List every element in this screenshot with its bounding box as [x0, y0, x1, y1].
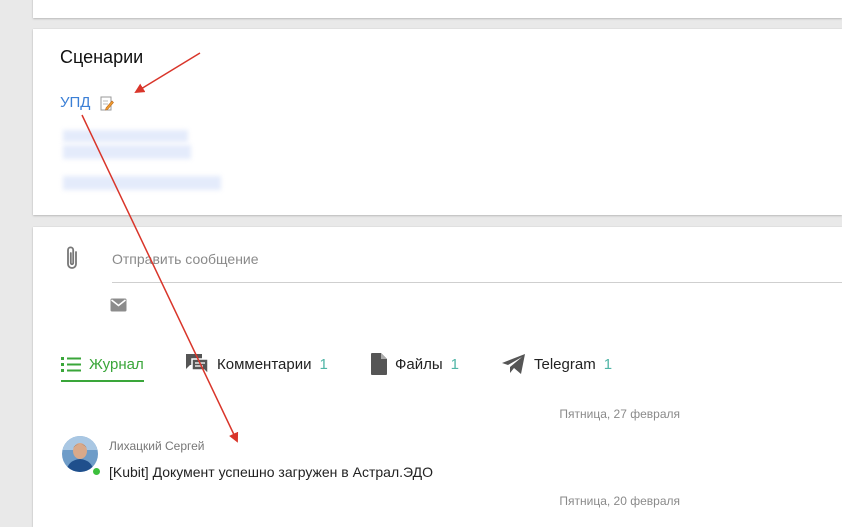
tab-telegram[interactable]: Telegram 1 [502, 351, 612, 377]
email-icon[interactable] [110, 298, 127, 312]
tab-label: Комментарии [217, 355, 312, 373]
date-separator: Пятница, 27 февраля [559, 407, 680, 421]
blurred-text [63, 176, 221, 190]
entry-text: [Kubit] Документ успешно загружен в Астр… [109, 464, 433, 480]
tab-count: 1 [603, 355, 613, 373]
user-avatar-icon [62, 436, 98, 472]
tab-files[interactable]: Файлы 1 [371, 351, 459, 377]
entry-author: Лихацкий Сергей [109, 439, 205, 453]
message-input[interactable] [112, 247, 842, 271]
tab-comments[interactable]: Комментарии 1 [185, 351, 328, 377]
file-icon [371, 353, 387, 375]
comments-icon [186, 354, 209, 375]
date-separator: Пятница, 20 февраля [559, 494, 680, 508]
scenario-link-upd[interactable]: УПД [60, 94, 90, 111]
tab-label: Журнал [89, 355, 144, 373]
tab-count: 1 [450, 355, 460, 373]
tab-label: Файлы [395, 355, 443, 373]
avatar[interactable] [62, 436, 98, 472]
tab-journal[interactable]: Журнал [61, 351, 144, 382]
activity-card: Журнал Комментарии 1 Файлы 1 Telegram 1 … [33, 227, 842, 527]
tab-label: Telegram [534, 355, 596, 373]
tab-count: 1 [319, 355, 328, 373]
scenarios-title: Сценарии [60, 47, 144, 67]
telegram-icon [502, 354, 525, 374]
blurred-text [63, 145, 191, 159]
edit-document-icon[interactable] [100, 96, 114, 111]
list-icon [61, 357, 81, 372]
scenarios-card: Сценарии УПД [33, 29, 842, 215]
active-tab-indicator [61, 380, 144, 382]
input-underline [112, 282, 842, 283]
online-status-dot [92, 467, 101, 476]
paperclip-icon[interactable] [63, 244, 81, 272]
top-card [33, 0, 842, 18]
blurred-text [63, 130, 188, 142]
